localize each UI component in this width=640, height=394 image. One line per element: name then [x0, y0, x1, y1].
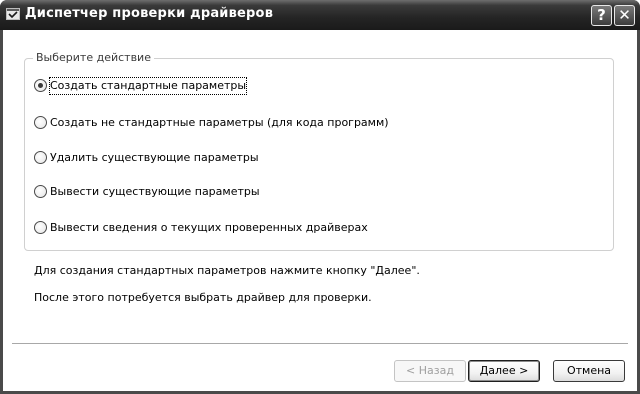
help-icon: ?: [597, 6, 606, 24]
option-label: Создать не стандартные параметры (для ко…: [50, 116, 389, 129]
separator-line: [12, 343, 628, 345]
window-title: Диспетчер проверки драйверов: [25, 6, 274, 21]
radio-button-selected[interactable]: [34, 79, 47, 92]
radio-button[interactable]: [34, 185, 47, 198]
info-text-line1: Для создания стандартных параметров нажм…: [34, 264, 420, 277]
dialog-window: Диспетчер проверки драйверов ? ✕ Выберит…: [0, 0, 640, 394]
back-button[interactable]: < Назад: [394, 360, 466, 382]
radio-button[interactable]: [34, 116, 47, 129]
help-button[interactable]: ?: [591, 5, 612, 26]
close-button[interactable]: ✕: [614, 5, 635, 26]
radio-button[interactable]: [34, 221, 47, 234]
window-checkmark-icon: [6, 8, 20, 20]
action-groupbox: Выберите действие Создать стандартные па…: [24, 51, 614, 251]
next-button[interactable]: Далее >: [468, 360, 540, 382]
close-icon: ✕: [618, 6, 631, 24]
title-bar[interactable]: Диспетчер проверки драйверов ? ✕: [0, 0, 640, 30]
dialog-body: Выберите действие Создать стандартные па…: [3, 30, 637, 391]
cancel-button[interactable]: Отмена: [553, 360, 625, 382]
option-label: Вывести существующие параметры: [50, 185, 260, 198]
group-legend: Выберите действие: [33, 51, 154, 64]
option-label: Удалить существующие параметры: [50, 151, 259, 164]
info-text-line2: После этого потребуется выбрать драйвер …: [34, 291, 372, 304]
option-label: Создать стандартные параметры: [48, 77, 248, 95]
radio-button[interactable]: [34, 151, 47, 164]
option-label: Вывести сведения о текущих проверенных д…: [50, 221, 368, 234]
